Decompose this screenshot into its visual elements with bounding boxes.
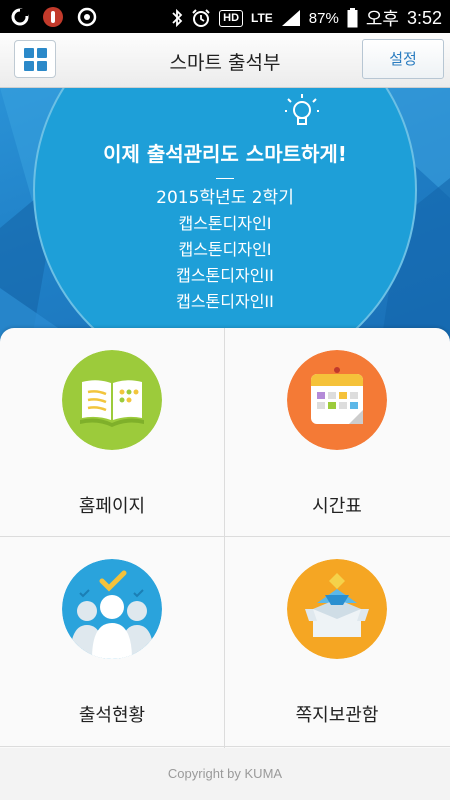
grid-divider bbox=[0, 746, 450, 747]
signal-icon bbox=[281, 10, 300, 26]
banner-headline: 이제 출석관리도 스마트하게! bbox=[103, 142, 347, 166]
settings-button[interactable]: 설정 bbox=[362, 39, 444, 79]
sync-icon bbox=[77, 7, 97, 27]
clock-time: 3:52 bbox=[406, 7, 442, 28]
alarm-icon bbox=[192, 9, 210, 27]
app-bar: 스마트 출석부 설정 bbox=[0, 33, 450, 88]
message-box-icon bbox=[287, 559, 387, 659]
carrier-logo-icon bbox=[11, 8, 29, 26]
menu-item-message-box[interactable]: 쪽지보관함 bbox=[225, 537, 449, 745]
banner-divider bbox=[216, 178, 234, 179]
course-item: 캡스톤디자인II bbox=[176, 292, 274, 311]
book-icon bbox=[62, 350, 162, 450]
calendar-icon bbox=[287, 350, 387, 450]
clock-ampm: 오후 bbox=[365, 9, 399, 29]
banner: 이제 출석관리도 스마트하게! 2015학년도 2학기 캡스톤디자인I 캡스톤디… bbox=[0, 88, 450, 350]
bluetooth-icon bbox=[172, 8, 183, 28]
menu-item-timetable[interactable]: 시간표 bbox=[225, 328, 449, 536]
menu-item-homepage[interactable]: 홈페이지 bbox=[0, 328, 224, 536]
menu-item-label: 시간표 bbox=[312, 496, 362, 517]
battery-percent: 87% bbox=[308, 9, 339, 27]
copyright-text: Copyright by KUMA bbox=[167, 766, 283, 781]
menu-grid: 홈페이지 시간표 출석현황 쪽지보관함 bbox=[0, 328, 450, 748]
menu-item-label: 쪽지보관함 bbox=[295, 705, 379, 726]
network-type-label: LTE bbox=[251, 11, 273, 25]
lightbulb-icon bbox=[285, 94, 319, 125]
course-item: 캡스톤디자인I bbox=[178, 214, 272, 233]
status-bar: HD LTE 87% 오후 3:52 bbox=[0, 0, 450, 33]
battery-icon bbox=[347, 8, 358, 28]
course-item: 캡스톤디자인I bbox=[178, 240, 272, 259]
hd-voice-badge: HD bbox=[219, 9, 244, 27]
menu-item-attendance[interactable]: 출석현황 bbox=[0, 537, 224, 745]
record-icon bbox=[43, 7, 63, 27]
footer: Copyright by KUMA bbox=[0, 748, 450, 800]
menu-item-label: 출석현황 bbox=[78, 705, 146, 726]
attendance-people-icon bbox=[62, 559, 162, 659]
semester-label: 2015학년도 2학기 bbox=[156, 188, 294, 208]
course-item: 캡스톤디자인II bbox=[176, 266, 274, 285]
menu-item-label: 홈페이지 bbox=[78, 496, 146, 517]
